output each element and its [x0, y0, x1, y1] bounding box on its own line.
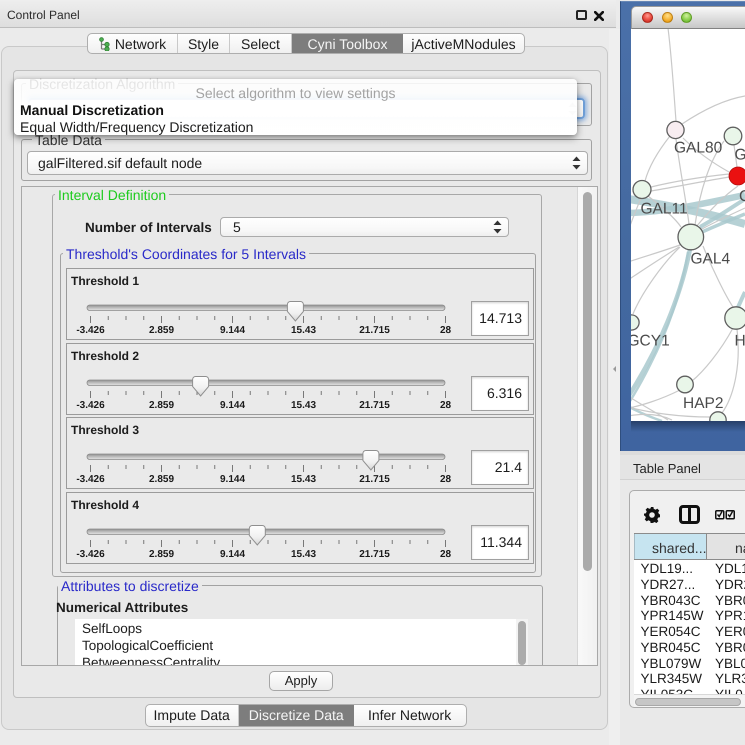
svg-text:GAL11: GAL11 — [641, 201, 688, 218]
svg-text:GCY1: GCY1 — [631, 333, 670, 350]
svg-text:H: H — [735, 333, 745, 350]
svg-text:CY: CY — [739, 188, 745, 205]
svg-text:GA: GA — [735, 147, 745, 164]
svg-text:GAL80: GAL80 — [674, 140, 723, 157]
svg-text:HAP2: HAP2 — [683, 395, 724, 412]
svg-text:GAL4: GAL4 — [691, 251, 731, 268]
